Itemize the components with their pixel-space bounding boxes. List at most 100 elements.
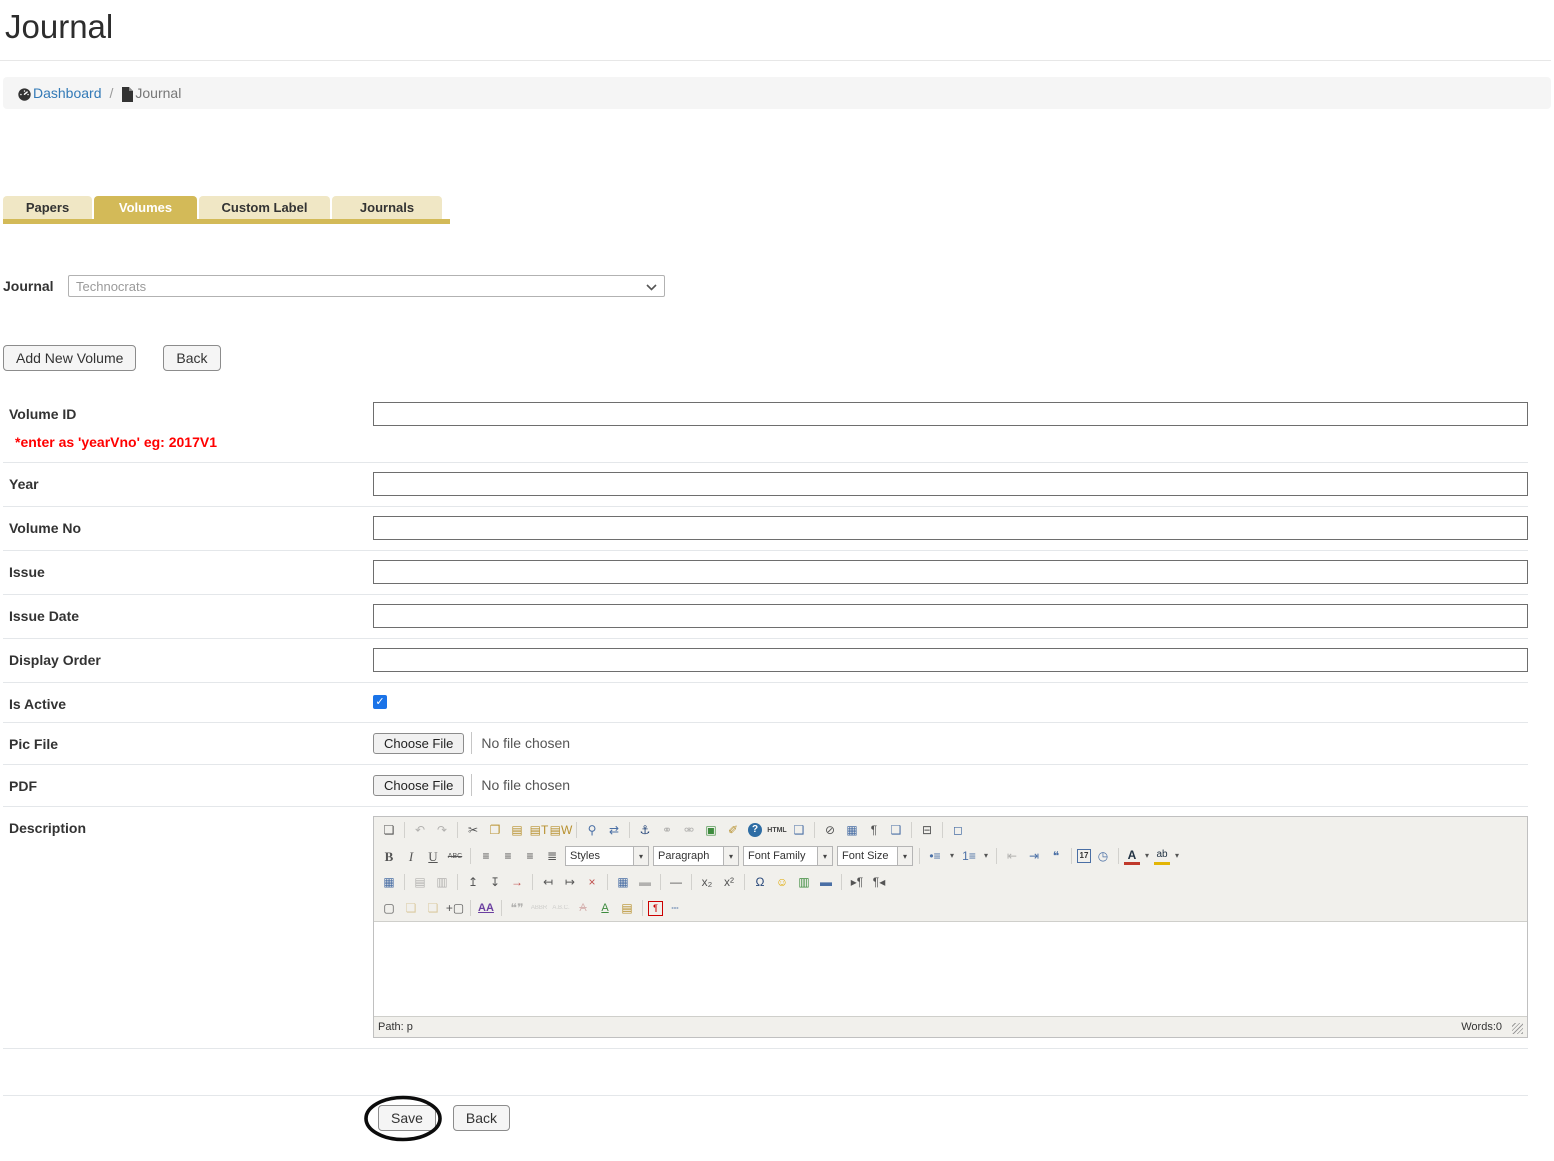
align-right-icon[interactable]: ≡	[520, 846, 540, 866]
insert-column-after-icon[interactable]: ↦	[560, 872, 580, 892]
advanced-hr-icon[interactable]: ▬	[816, 872, 836, 892]
pic-file-choose-button[interactable]: Choose File	[373, 733, 464, 754]
delete-row-icon[interactable]: →	[507, 872, 527, 892]
link-icon[interactable]: ⚭	[657, 820, 677, 840]
superscript-icon[interactable]: x²	[719, 872, 739, 892]
bullet-list-menu-icon[interactable]: ▾	[947, 846, 957, 866]
paste-icon[interactable]: ▤	[507, 820, 527, 840]
insert-row-before-icon[interactable]: ↥	[463, 872, 483, 892]
abbreviation-icon[interactable]: ABBR	[529, 898, 549, 918]
rtl-direction-icon[interactable]: ¶◂	[869, 872, 889, 892]
chevron-down-icon[interactable]: ▾	[633, 847, 648, 865]
chevron-down-icon[interactable]: ▾	[817, 847, 832, 865]
chevron-down-icon[interactable]: ▾	[723, 847, 738, 865]
align-left-icon[interactable]: ≡	[476, 846, 496, 866]
insert-media-icon[interactable]: ▥	[794, 872, 814, 892]
year-input[interactable]	[373, 472, 1528, 496]
paste-as-plain-text-icon[interactable]: ▤T	[529, 820, 549, 840]
editor-content[interactable]	[374, 921, 1527, 1016]
paste-from-word-icon[interactable]: ▤W	[551, 820, 571, 840]
highlight-color-icon[interactable]: ab	[1154, 848, 1170, 865]
insertion-icon[interactable]: A	[595, 898, 615, 918]
back-button-bottom[interactable]: Back	[453, 1105, 510, 1131]
table-cell-properties-icon[interactable]: ▥	[432, 872, 452, 892]
styles-select[interactable]: Styles▾	[565, 846, 649, 866]
insert-column-before-icon[interactable]: ↤	[538, 872, 558, 892]
save-button[interactable]: Save	[378, 1105, 436, 1131]
visual-characters-icon[interactable]: ¶	[648, 901, 663, 916]
align-center-icon[interactable]: ≡	[498, 846, 518, 866]
edit-css-style-icon[interactable]: AA	[476, 898, 496, 918]
outdent-icon[interactable]: ⇤	[1002, 846, 1022, 866]
text-color-menu-icon[interactable]: ▾	[1142, 846, 1152, 866]
tab-papers[interactable]: Papers	[3, 196, 92, 219]
insert-layer-icon[interactable]: ▢	[379, 898, 399, 918]
tab-journals[interactable]: Journals	[332, 196, 442, 219]
italic-icon[interactable]: I	[401, 846, 421, 866]
subscript-icon[interactable]: x₂	[697, 872, 717, 892]
merge-cells-icon[interactable]: ▬	[635, 872, 655, 892]
split-cells-icon[interactable]: ▦	[613, 872, 633, 892]
print-icon[interactable]: ⊟	[917, 820, 937, 840]
help-icon[interactable]: ?	[748, 823, 762, 837]
pdf-choose-button[interactable]: Choose File	[373, 775, 464, 796]
insert-row-after-icon[interactable]: ↧	[485, 872, 505, 892]
journal-select[interactable]: Technocrats	[68, 275, 665, 297]
underline-icon[interactable]: U	[423, 846, 443, 866]
delete-column-icon[interactable]: ×	[582, 872, 602, 892]
find-replace-icon[interactable]: ⇄	[604, 820, 624, 840]
numbered-list-menu-icon[interactable]: ▾	[981, 846, 991, 866]
page-break-icon[interactable]: ┄	[665, 898, 685, 918]
cleanup-code-icon[interactable]: ✐	[723, 820, 743, 840]
breadcrumb-dashboard-link[interactable]: Dashboard	[33, 85, 102, 101]
issue-input[interactable]	[373, 560, 1528, 584]
back-button-top[interactable]: Back	[163, 345, 220, 371]
align-justify-icon[interactable]: ≣	[542, 846, 562, 866]
volume-id-input[interactable]	[373, 402, 1528, 426]
text-color-icon[interactable]: A	[1124, 848, 1140, 865]
move-backward-icon[interactable]: ❏	[423, 898, 443, 918]
indent-icon[interactable]: ⇥	[1024, 846, 1044, 866]
toggle-absolute-position-icon[interactable]: +▢	[445, 898, 465, 918]
blockquote-icon[interactable]: ❝	[1046, 846, 1066, 866]
tab-volumes[interactable]: Volumes	[94, 196, 197, 219]
preview-icon[interactable]: ❑	[789, 820, 809, 840]
special-character-icon[interactable]: Ω	[750, 872, 770, 892]
ltr-direction-icon[interactable]: ▸¶	[847, 872, 867, 892]
is-active-checkbox[interactable]: ✓	[373, 695, 387, 709]
acronym-icon[interactable]: A.B.C.	[551, 898, 571, 918]
horizontal-rule-icon[interactable]: —	[666, 872, 686, 892]
issue-date-input[interactable]	[373, 604, 1528, 628]
visual-aid-icon[interactable]: ¶	[864, 820, 884, 840]
cut-icon[interactable]: ✂	[463, 820, 483, 840]
unlink-icon[interactable]: ⚮	[679, 820, 699, 840]
deletion-icon[interactable]: A	[573, 898, 593, 918]
style-preview-icon[interactable]: ❑	[886, 820, 906, 840]
new-document-icon[interactable]: ❏	[379, 820, 399, 840]
paragraph-select[interactable]: Paragraph▾	[653, 846, 739, 866]
resize-grip-icon[interactable]	[1512, 1023, 1523, 1034]
bold-icon[interactable]: B	[379, 846, 399, 866]
font-family-select[interactable]: Font Family▾	[743, 846, 833, 866]
chevron-down-icon[interactable]: ▾	[897, 847, 912, 865]
emotions-icon[interactable]: ☺	[772, 872, 792, 892]
remove-format-icon[interactable]: ⊘	[820, 820, 840, 840]
html-source-icon[interactable]: HTML	[767, 820, 787, 840]
edit-attributes-icon[interactable]: ▤	[617, 898, 637, 918]
add-new-volume-button[interactable]: Add New Volume	[3, 345, 136, 371]
insert-edit-table-icon[interactable]: ▦	[379, 872, 399, 892]
anchor-icon[interactable]: ⚓	[635, 820, 655, 840]
numbered-list-icon[interactable]: 1≡	[959, 846, 979, 866]
display-order-input[interactable]	[373, 648, 1528, 672]
move-forward-icon[interactable]: ❏	[401, 898, 421, 918]
table-row-properties-icon[interactable]: ▤	[410, 872, 430, 892]
image-icon[interactable]: ▣	[701, 820, 721, 840]
citation-icon[interactable]: ❝❞	[507, 898, 527, 918]
highlight-color-menu-icon[interactable]: ▾	[1172, 846, 1182, 866]
insert-time-icon[interactable]: ◷	[1093, 846, 1113, 866]
insert-date-icon[interactable]: 17	[1077, 849, 1091, 863]
copy-icon[interactable]: ❐	[485, 820, 505, 840]
find-icon[interactable]: ⚲	[582, 820, 602, 840]
undo-icon[interactable]: ↶	[410, 820, 430, 840]
bullet-list-icon[interactable]: •≡	[925, 846, 945, 866]
